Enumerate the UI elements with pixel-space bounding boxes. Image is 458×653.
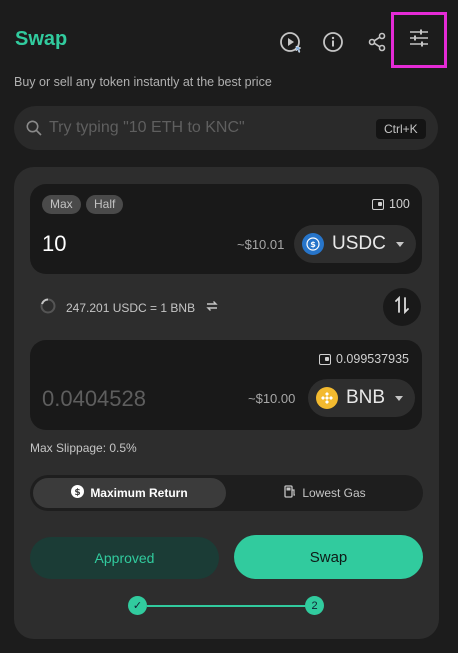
- input-balance: 100: [372, 197, 410, 211]
- input-balance-value: 100: [389, 197, 410, 211]
- search-input[interactable]: [49, 113, 367, 143]
- output-amount: 0.0404528: [42, 386, 146, 411]
- share-icon[interactable]: [363, 28, 391, 56]
- settings-sliders-icon: [409, 29, 429, 52]
- input-token-symbol: USDC: [332, 233, 386, 254]
- half-button[interactable]: Half: [86, 195, 124, 214]
- step-2: 2: [305, 596, 324, 615]
- max-slippage-label[interactable]: Max Slippage: 0.5%: [30, 441, 137, 455]
- chevron-down-icon: [395, 395, 404, 401]
- check-icon: ✓: [132, 600, 143, 612]
- approved-button[interactable]: Approved: [30, 537, 219, 579]
- wallet-icon: [372, 198, 384, 210]
- settings-button[interactable]: [391, 12, 447, 68]
- exchange-rate-row: 247.201 USDC = 1 BNB: [40, 298, 219, 317]
- bnb-token-icon: [316, 387, 338, 409]
- input-token-selector[interactable]: $ USDC: [294, 225, 416, 263]
- tab-lowest-gas-label: Lowest Gas: [302, 486, 366, 500]
- refresh-timer-icon[interactable]: [40, 298, 56, 317]
- progress-line: [147, 605, 307, 607]
- svg-text:$: $: [310, 240, 316, 249]
- exchange-rate-text: 247.201 USDC = 1 BNB: [66, 300, 196, 315]
- svg-text:$: $: [75, 488, 81, 498]
- swap-button[interactable]: Swap: [234, 535, 423, 579]
- output-token-symbol: BNB: [346, 387, 386, 408]
- tab-lowest-gas[interactable]: Lowest Gas: [230, 478, 420, 508]
- input-usd-value: ~$10.01: [237, 237, 285, 252]
- play-guide-icon[interactable]: [276, 28, 304, 56]
- gas-pump-icon: [284, 485, 296, 501]
- info-icon[interactable]: [319, 28, 347, 56]
- usdc-token-icon: $: [302, 233, 324, 255]
- output-token-selector[interactable]: BNB: [308, 379, 416, 417]
- wallet-icon: [319, 353, 331, 365]
- output-balance-value: 0.099537935: [336, 352, 409, 366]
- chevron-down-icon: [395, 241, 404, 247]
- search-icon: [26, 120, 42, 136]
- output-usd-value: ~$10.00: [248, 391, 296, 406]
- swap-arrows-icon: [394, 295, 410, 319]
- page-title: Swap: [15, 28, 68, 50]
- reverse-rate-icon[interactable]: [205, 299, 219, 316]
- dollar-icon: $: [71, 485, 85, 501]
- keyboard-shortcut-badge: Ctrl+K: [376, 119, 426, 139]
- tab-maximum-return-label: Maximum Return: [90, 486, 188, 500]
- output-balance: 0.099537935: [319, 352, 409, 366]
- page-subtitle: Buy or sell any token instantly at the b…: [14, 75, 272, 89]
- tab-maximum-return[interactable]: $ Maximum Return: [33, 478, 226, 508]
- step-1-complete: ✓: [128, 596, 147, 615]
- max-button[interactable]: Max: [42, 195, 81, 214]
- input-amount[interactable]: 10: [42, 231, 66, 257]
- switch-direction-button[interactable]: [383, 288, 421, 326]
